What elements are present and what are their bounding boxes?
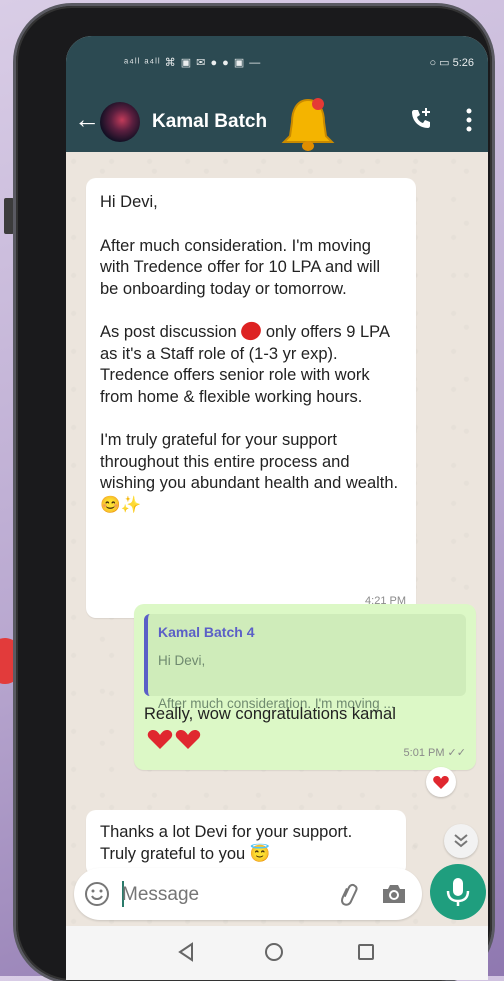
message-timestamp: 5:01 PM ✓✓ [403,746,466,759]
paperclip-icon[interactable] [336,881,362,907]
message-text: As post discussion [100,323,237,341]
add-call-icon[interactable] [408,106,434,132]
double-chevron-down-icon [454,834,468,848]
back-arrow-icon[interactable]: ← [74,106,100,132]
phone-frame: ᵃ⁴ˡˡ ᵃ⁴ˡˡ ⌘ ▣ ✉ ● ● ▣ ― ○ ▭ 5:26 ← Kamal… [16,6,492,981]
system-nav-bar [66,926,488,980]
scroll-to-bottom-button[interactable] [444,824,478,858]
side-button [4,198,14,234]
camera-icon[interactable] [380,881,408,907]
message-paragraph: As post discussion only offers 9 LPA as … [100,319,402,408]
chat-header: ← Kamal Batch [66,94,488,152]
incoming-message-bubble[interactable]: Hi Devi, After much consideration. I'm m… [86,178,416,618]
quoted-sender: Kamal Batch 4 [158,624,255,640]
quoted-text: Hi Devi, [158,652,206,668]
message-paragraph: Hi Devi, [100,193,158,211]
message-paragraph: I'm truly grateful for your support thro… [100,430,402,516]
outgoing-message-bubble[interactable]: Kamal Batch 4 Hi Devi, After much consid… [134,604,476,770]
circle-home-icon[interactable] [262,940,286,964]
more-vert-icon[interactable] [464,106,474,134]
emoji: 😊✨ [100,495,142,514]
message-composer [74,868,422,920]
message-text: I'm truly grateful for your support thro… [100,431,399,492]
incoming-message-bubble[interactable]: Thanks a lot Devi for your support. Trul… [86,810,406,876]
chat-screen: ᵃ⁴ˡˡ ᵃ⁴ˡˡ ⌘ ▣ ✉ ● ● ▣ ― ○ ▭ 5:26 ← Kamal… [66,36,488,980]
reaction-badge[interactable] [426,767,456,797]
triangle-back-icon[interactable] [174,940,198,964]
status-icons-right: ○ ▭ 5:26 [429,57,474,69]
message-paragraph: After much consideration. I'm moving wit… [100,236,381,298]
mic-button[interactable] [430,864,486,920]
message-text: Really, wow congratulations kamal [144,705,396,723]
message-input[interactable] [120,878,324,912]
hearts-emoji [147,730,201,749]
status-bar: ᵃ⁴ˡˡ ᵃ⁴ˡˡ ⌘ ▣ ✉ ● ● ▣ ― ○ ▭ 5:26 [66,36,488,94]
emoji-icon[interactable] [84,881,110,907]
avatar[interactable] [100,102,140,142]
status-icons-left: ᵃ⁴ˡˡ ᵃ⁴ˡˡ ⌘ ▣ ✉ ● ● ▣ ― [124,57,262,69]
square-recents-icon[interactable] [354,940,378,964]
heart-icon [433,776,449,789]
redaction-mark [238,319,264,343]
mic-icon [446,878,470,906]
bell-icon [281,98,335,151]
contact-name[interactable]: Kamal Batch [152,111,267,133]
quoted-reply[interactable]: Kamal Batch 4 Hi Devi, After much consid… [144,614,466,711]
emoji: 😇 [249,844,271,863]
message-text: Thanks a lot Devi for your support. Trul… [100,823,353,863]
